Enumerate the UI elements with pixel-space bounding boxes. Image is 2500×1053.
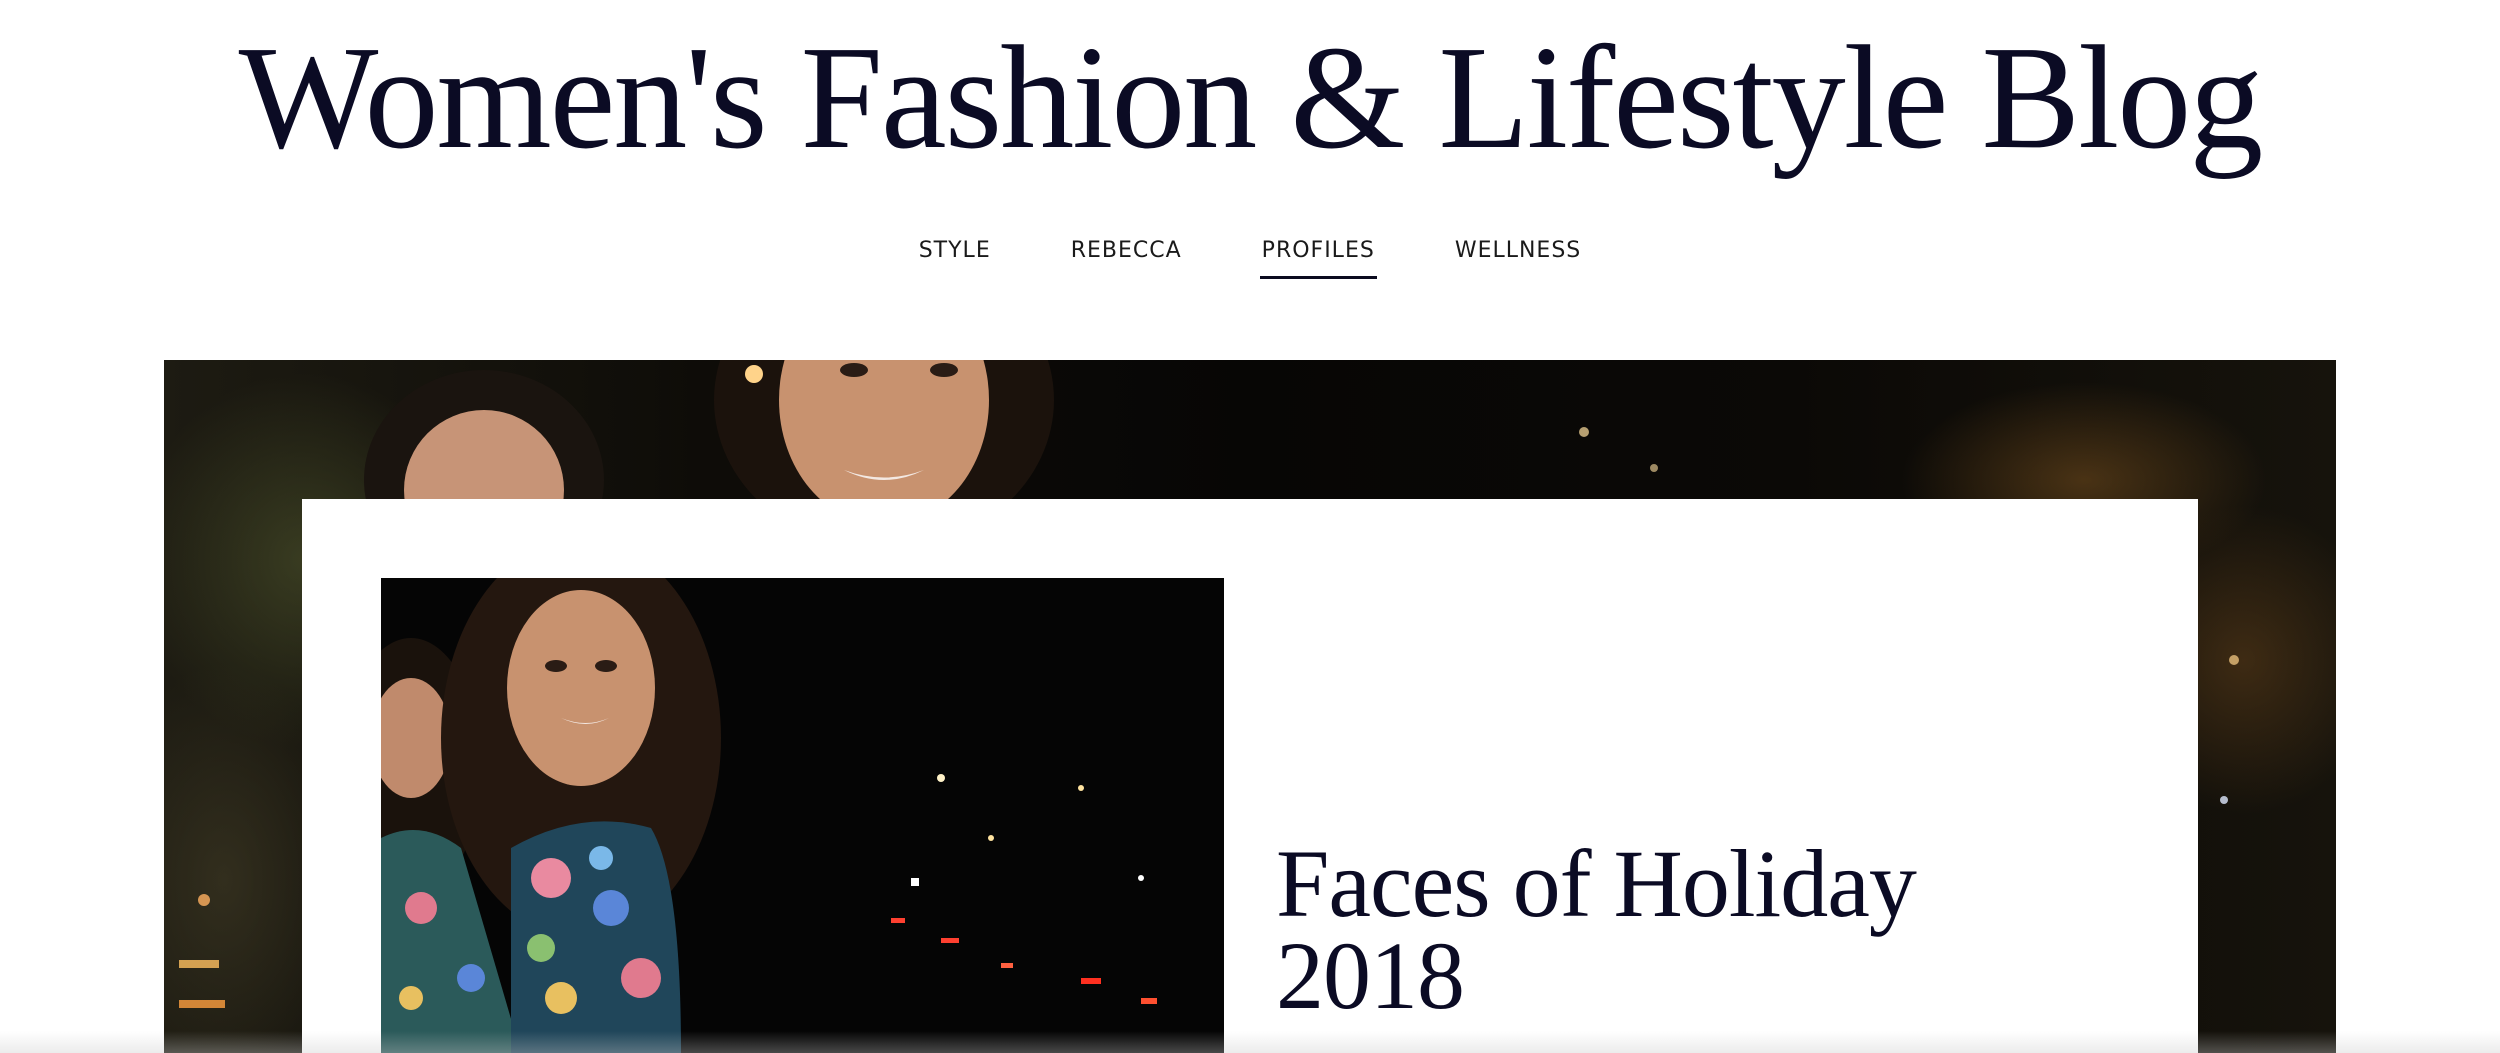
featured-post-title-line1: Faces of Holiday bbox=[1276, 830, 1917, 937]
featured-photo-illustration bbox=[381, 578, 1224, 1053]
featured-post-title[interactable]: Faces of Holiday 2018 bbox=[1276, 836, 2176, 1024]
featured-post-title-line2: 2018 bbox=[1276, 922, 1465, 1029]
nav-item-profiles[interactable]: PROFILES bbox=[1259, 238, 1377, 279]
nav-item-style[interactable]: STYLE bbox=[919, 238, 991, 273]
main-nav: STYLE REBECCA PROFILES WELLNESS bbox=[0, 238, 2500, 279]
nav-item-wellness[interactable]: WELLNESS bbox=[1455, 238, 1581, 273]
site-title[interactable]: Women's Fashion & Lifestyle Blog bbox=[0, 18, 2500, 178]
featured-post-image[interactable] bbox=[381, 578, 1224, 1053]
nav-item-rebecca[interactable]: REBECCA bbox=[1071, 238, 1182, 273]
